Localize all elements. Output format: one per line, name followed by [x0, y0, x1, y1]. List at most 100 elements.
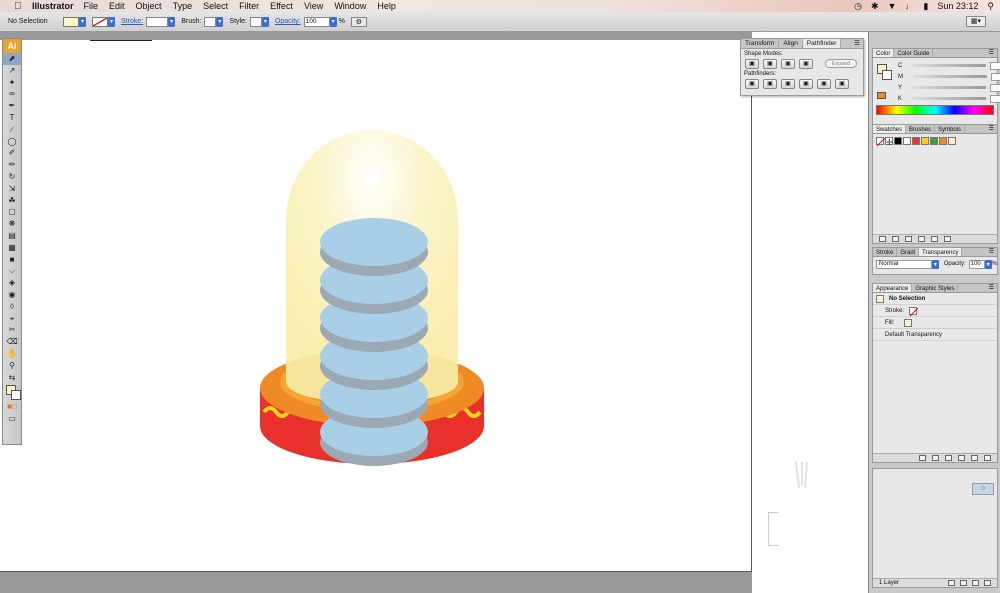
tab-pathfinder[interactable]: Pathfinder [802, 39, 842, 48]
color-mode-icon[interactable]: ■□ [3, 401, 21, 413]
delete-swatch-icon[interactable] [944, 236, 951, 242]
fill-dropdown[interactable]: ▾ [79, 16, 86, 27]
swap-fill-stroke-icon[interactable]: ⇆ [3, 372, 21, 384]
show-kinds-icon[interactable] [892, 236, 899, 242]
brush-dropdown[interactable]: ▾ [216, 16, 224, 27]
tab-swatches[interactable]: Swatches [873, 125, 907, 133]
hand-tool-icon[interactable]: ✋ [3, 348, 21, 360]
pasteboard[interactable] [752, 32, 868, 593]
menu-effect[interactable]: Effect [270, 1, 293, 11]
tab-brushes[interactable]: Brushes [906, 125, 936, 133]
menu-view[interactable]: View [304, 1, 323, 11]
blend-mode-dropdown[interactable]: ▾ [931, 259, 939, 269]
eraser-tool-icon[interactable]: ⌫ [3, 336, 21, 348]
minus-back-button-icon[interactable]: ▣ [835, 79, 849, 89]
layer-target-icon[interactable]: ○ [972, 483, 994, 495]
line-tool-icon[interactable]: ∕ [3, 124, 21, 136]
crop-area-tool-icon[interactable]: ⌖ [3, 313, 21, 325]
symbol-sprayer-tool-icon[interactable]: ❋ [3, 218, 21, 230]
stroke-weight-field[interactable] [146, 16, 169, 27]
out-of-gamut-warning-icon[interactable] [877, 92, 886, 99]
menu-help[interactable]: Help [377, 1, 396, 11]
new-color-group-icon[interactable] [918, 236, 925, 242]
swatch-none[interactable] [876, 137, 885, 146]
channel-k-field[interactable] [990, 94, 1000, 103]
swatch-item[interactable] [894, 137, 902, 145]
make-clipping-mask-icon[interactable] [948, 580, 955, 586]
tab-color-guide[interactable]: Color Guide [894, 49, 934, 57]
swatch-registration-icon[interactable]: ✛ [885, 137, 893, 147]
menu-select[interactable]: Select [203, 1, 228, 11]
appearance-stroke-row[interactable]: Stroke: [873, 305, 997, 317]
unite-button-icon[interactable]: ▣ [745, 59, 759, 69]
menu-type[interactable]: Type [173, 1, 193, 11]
type-tool-icon[interactable]: T [3, 112, 21, 124]
crop-button-icon[interactable]: ▣ [799, 79, 813, 89]
channel-y-field[interactable] [990, 83, 1000, 92]
appearance-transparency-row[interactable]: Default Transparency [873, 329, 997, 341]
blend-mode-select[interactable]: Normal [876, 259, 932, 269]
panel-menu-icon[interactable]: ☰ [989, 49, 997, 57]
color-spectrum-bar[interactable] [876, 105, 994, 115]
new-layer-icon[interactable] [972, 580, 979, 586]
menu-object[interactable]: Object [136, 1, 162, 11]
app-menu[interactable]: Illustrator [32, 1, 74, 11]
free-transform-tool-icon[interactable]: ▢ [3, 206, 21, 218]
panel-menu-icon[interactable]: ☰ [989, 284, 997, 292]
channel-y-slider[interactable] [912, 86, 987, 89]
color-stroke-swatch[interactable] [882, 70, 892, 80]
workspace-switcher-icon[interactable]: ▦▾ [966, 16, 986, 27]
tab-gradient[interactable]: Gradi [897, 248, 920, 256]
warp-tool-icon[interactable]: ☘ [3, 195, 21, 207]
tab-align[interactable]: Align [779, 39, 803, 48]
swatch-libraries-icon[interactable] [879, 236, 886, 242]
tab-appearance[interactable]: Appearance [873, 284, 913, 292]
intersect-button-icon[interactable]: ▣ [781, 59, 795, 69]
illustration-jar-artwork[interactable] [240, 120, 500, 520]
mesh-tool-icon[interactable]: ▦ [3, 242, 21, 254]
battery-icon[interactable]: ▮ [923, 1, 928, 12]
panel-menu-icon[interactable]: ☰ [989, 125, 997, 133]
column-graph-tool-icon[interactable]: ▤ [3, 230, 21, 242]
ellipse-tool-icon[interactable]: ◯ [3, 136, 21, 148]
channel-m-field[interactable] [991, 72, 1000, 81]
menu-filter[interactable]: Filter [239, 1, 259, 11]
new-sublayer-icon[interactable] [960, 580, 967, 586]
add-new-fill-icon[interactable] [932, 455, 939, 461]
style-field[interactable] [249, 16, 262, 27]
appearance-fill-row[interactable]: Fill: [873, 317, 997, 329]
divide-button-icon[interactable]: ▣ [745, 79, 759, 89]
transparency-opacity-dropdown[interactable]: ▾ [984, 259, 992, 269]
brush-field[interactable] [204, 16, 217, 27]
live-paint-selection-tool-icon[interactable]: ◊ [3, 301, 21, 313]
tab-symbols[interactable]: Symbols [935, 125, 966, 133]
panel-menu-icon[interactable]: ☰ [989, 248, 997, 256]
clock[interactable]: Sun 23:12 [937, 1, 978, 11]
opacity-label[interactable]: Opacity: [275, 18, 301, 25]
opacity-field[interactable]: 100 [303, 16, 330, 27]
direct-selection-tool-icon[interactable]: ↗ [3, 65, 21, 77]
live-paint-tool-icon[interactable]: ◉ [3, 289, 21, 301]
time-machine-icon[interactable]: ◷ [854, 1, 862, 12]
paintbrush-tool-icon[interactable]: ✐ [3, 147, 21, 159]
tab-color[interactable]: Color [873, 49, 895, 57]
exclude-button-icon[interactable]: ▣ [799, 59, 813, 69]
fill-stroke-indicator[interactable] [3, 383, 21, 401]
fill-swatch[interactable] [63, 16, 79, 27]
stroke-swatch[interactable] [92, 16, 108, 27]
tab-graphic-styles[interactable]: Graphic Styles [912, 284, 959, 292]
channel-m-slider[interactable] [913, 75, 987, 78]
merge-button-icon[interactable]: ▣ [781, 79, 795, 89]
spotlight-icon[interactable]: ⚲ [987, 1, 994, 12]
pen-tool-icon[interactable]: ✒ [3, 100, 21, 112]
slice-tool-icon[interactable]: ✂ [3, 324, 21, 336]
opacity-dropdown[interactable]: ▾ [329, 16, 337, 27]
add-new-stroke-icon[interactable] [919, 455, 926, 461]
stroke-indicator-icon[interactable] [11, 390, 21, 401]
delete-item-icon[interactable] [984, 455, 991, 461]
new-swatch-icon[interactable] [931, 236, 938, 242]
swatch-item[interactable] [903, 137, 911, 145]
artboard-canvas[interactable] [0, 40, 752, 572]
swatch-item[interactable] [948, 137, 956, 145]
stroke-label[interactable]: Stroke: [121, 18, 143, 25]
